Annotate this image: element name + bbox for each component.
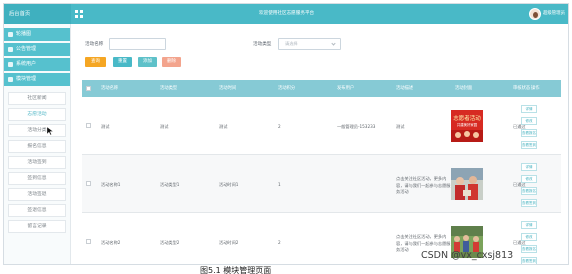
- view-check-in-button[interactable]: 查看签到: [521, 199, 537, 207]
- cell-activity-points: 2: [278, 124, 281, 129]
- sidebar-menu-label: 公告管理: [16, 46, 37, 52]
- sidebar-item-news[interactable]: 社区新闻: [8, 92, 66, 105]
- menu-dot-icon: [8, 47, 13, 52]
- view-registration-button[interactable]: 查看报名: [521, 129, 537, 137]
- edit-button[interactable]: 修改: [521, 117, 537, 125]
- column-activity-type: 活动类型: [160, 86, 178, 91]
- user-name[interactable]: 超级管理员: [543, 4, 565, 24]
- user-avatar[interactable]: [529, 8, 541, 20]
- main-content: 活动名称 活动类型 请选择 查询 重置 添加 删除 活动名称 活动类型 活动时间…: [71, 24, 568, 264]
- sidebar: 轮播图 公告管理 系统用户 模块管理 社区新闻 志愿活动 活动分类 报名信息 活…: [4, 24, 71, 264]
- cell-activity-time: 测试: [219, 124, 228, 129]
- view-registration-button[interactable]: 查看报名: [521, 245, 537, 253]
- cell-activity-type: 测试: [160, 124, 169, 129]
- select-all-checkbox[interactable]: [86, 86, 91, 91]
- table-row: 测试 测试 测试 2 一般管理员-153233 测试 志愿者活动 共建美好家园 …: [82, 97, 561, 155]
- column-description: 活动描述: [396, 86, 414, 91]
- chevron-down-icon: [331, 41, 336, 46]
- edit-button[interactable]: 修改: [521, 175, 537, 183]
- sidebar-item-check-out[interactable]: 活动签退: [8, 188, 66, 201]
- column-activity-time: 活动时间: [219, 86, 237, 91]
- column-activity-points: 活动积分: [278, 86, 296, 91]
- sidebar-menu-label: 模块管理: [16, 76, 37, 82]
- sidebar-menu-modules[interactable]: 模块管理: [4, 73, 70, 86]
- cell-description: 点击关注社区活动，更多内容，请与我们一起参与志愿服务活动: [396, 176, 451, 194]
- row-checkbox[interactable]: [86, 123, 91, 128]
- watermark: CSDN @vx_cxsj813: [421, 250, 514, 261]
- column-cover: 活动封面: [455, 86, 473, 91]
- cell-activity-name: 活动名称2: [101, 240, 121, 245]
- sidebar-item-label: 活动分类: [27, 128, 47, 133]
- search-button[interactable]: 查询: [85, 57, 106, 67]
- column-activity-name: 活动名称: [101, 86, 119, 91]
- sidebar-home-link[interactable]: 后台首页: [4, 4, 71, 24]
- sidebar-submenu: 社区新闻 志愿活动 活动分类 报名信息 活动签到 签到信息 活动签退 签退信息 …: [4, 88, 70, 233]
- cell-activity-time: 活动时间2: [219, 240, 239, 245]
- add-button[interactable]: 添加: [138, 57, 157, 67]
- table-row: 活动名称1 活动类型1 活动时间1 1 点击关注社区活动，更多内容，请与我们一起…: [82, 155, 561, 213]
- sidebar-item-activity-category[interactable]: 活动分类: [8, 124, 66, 137]
- row-checkbox[interactable]: [86, 181, 91, 186]
- activity-type-select[interactable]: 请选择: [278, 38, 341, 50]
- column-publisher: 发布用户: [337, 86, 355, 91]
- cell-activity-type: 活动类型2: [160, 240, 180, 245]
- activity-type-value: 请选择: [285, 41, 298, 46]
- delete-button[interactable]: 删除: [162, 57, 181, 67]
- reset-button[interactable]: 重置: [113, 57, 132, 67]
- sidebar-menu-label: 轮播图: [16, 31, 32, 37]
- activity-name-label: 活动名称: [85, 42, 104, 47]
- activity-cover-image[interactable]: [451, 168, 483, 200]
- menu-dot-icon: [8, 62, 13, 67]
- sidebar-menu-carousel[interactable]: 轮播图: [4, 28, 70, 41]
- sidebar-item-check-in[interactable]: 活动签到: [8, 156, 66, 169]
- grid-menu-icon[interactable]: [75, 10, 83, 18]
- detail-button[interactable]: 详情: [521, 105, 537, 113]
- admin-window: 后台首页 欢迎使用社区志愿服务平台 超级管理员 轮播图 公告管理 系统用户 模块…: [3, 3, 569, 265]
- table-header: 活动名称 活动类型 活动时间 活动积分 发布用户 活动描述 活动封面 审核状态 …: [82, 80, 561, 97]
- detail-button[interactable]: 详情: [521, 221, 537, 229]
- detail-button[interactable]: 详情: [521, 163, 537, 171]
- sidebar-menu-label: 系统用户: [16, 61, 37, 67]
- cell-activity-points: 1: [278, 182, 281, 187]
- cell-activity-name: 活动名称1: [101, 182, 121, 187]
- cell-publisher: 一般管理员-153233: [337, 124, 376, 129]
- activity-type-label: 活动类型: [253, 42, 272, 47]
- cover-title: 志愿者活动: [453, 114, 481, 122]
- sidebar-item-check-in-info[interactable]: 签到信息: [8, 172, 66, 185]
- cell-activity-time: 活动时间1: [219, 182, 239, 187]
- row-checkbox[interactable]: [86, 239, 91, 244]
- figure-caption: 图5.1 模块管理页面: [200, 266, 272, 274]
- cell-activity-name: 测试: [101, 124, 110, 129]
- activity-table: 活动名称 活动类型 活动时间 活动积分 发布用户 活动描述 活动封面 审核状态 …: [82, 80, 561, 264]
- cell-description: 测试: [396, 124, 405, 129]
- sidebar-item-volunteer-activity[interactable]: 志愿活动: [8, 108, 66, 121]
- menu-dot-icon: [8, 77, 13, 82]
- cell-activity-points: 2: [278, 240, 281, 245]
- view-check-in-button[interactable]: 查看签到: [521, 257, 537, 264]
- site-title: 欢迎使用社区志愿服务平台: [259, 11, 315, 16]
- cell-activity-type: 活动类型1: [160, 182, 180, 187]
- view-check-in-button[interactable]: 查看签到: [521, 141, 537, 149]
- sidebar-item-registration[interactable]: 报名信息: [8, 140, 66, 153]
- top-header: 后台首页 欢迎使用社区志愿服务平台 超级管理员: [4, 4, 568, 24]
- sidebar-item-check-out-info[interactable]: 签退信息: [8, 204, 66, 217]
- menu-dot-icon: [8, 32, 13, 37]
- column-actions: 操作: [531, 86, 540, 91]
- sidebar-menu-notice[interactable]: 公告管理: [4, 43, 70, 56]
- sidebar-item-messages[interactable]: 留言记录: [8, 220, 66, 233]
- column-review-status: 审核状态: [513, 86, 531, 91]
- mouse-cursor-icon: [47, 127, 53, 135]
- sidebar-menu-users[interactable]: 系统用户: [4, 58, 70, 71]
- activity-name-input[interactable]: [109, 38, 166, 50]
- view-registration-button[interactable]: 查看报名: [521, 187, 537, 195]
- cover-subtitle: 共建美好家园: [457, 122, 478, 127]
- activity-cover-image[interactable]: 志愿者活动 共建美好家园: [451, 110, 483, 142]
- edit-button[interactable]: 修改: [521, 233, 537, 241]
